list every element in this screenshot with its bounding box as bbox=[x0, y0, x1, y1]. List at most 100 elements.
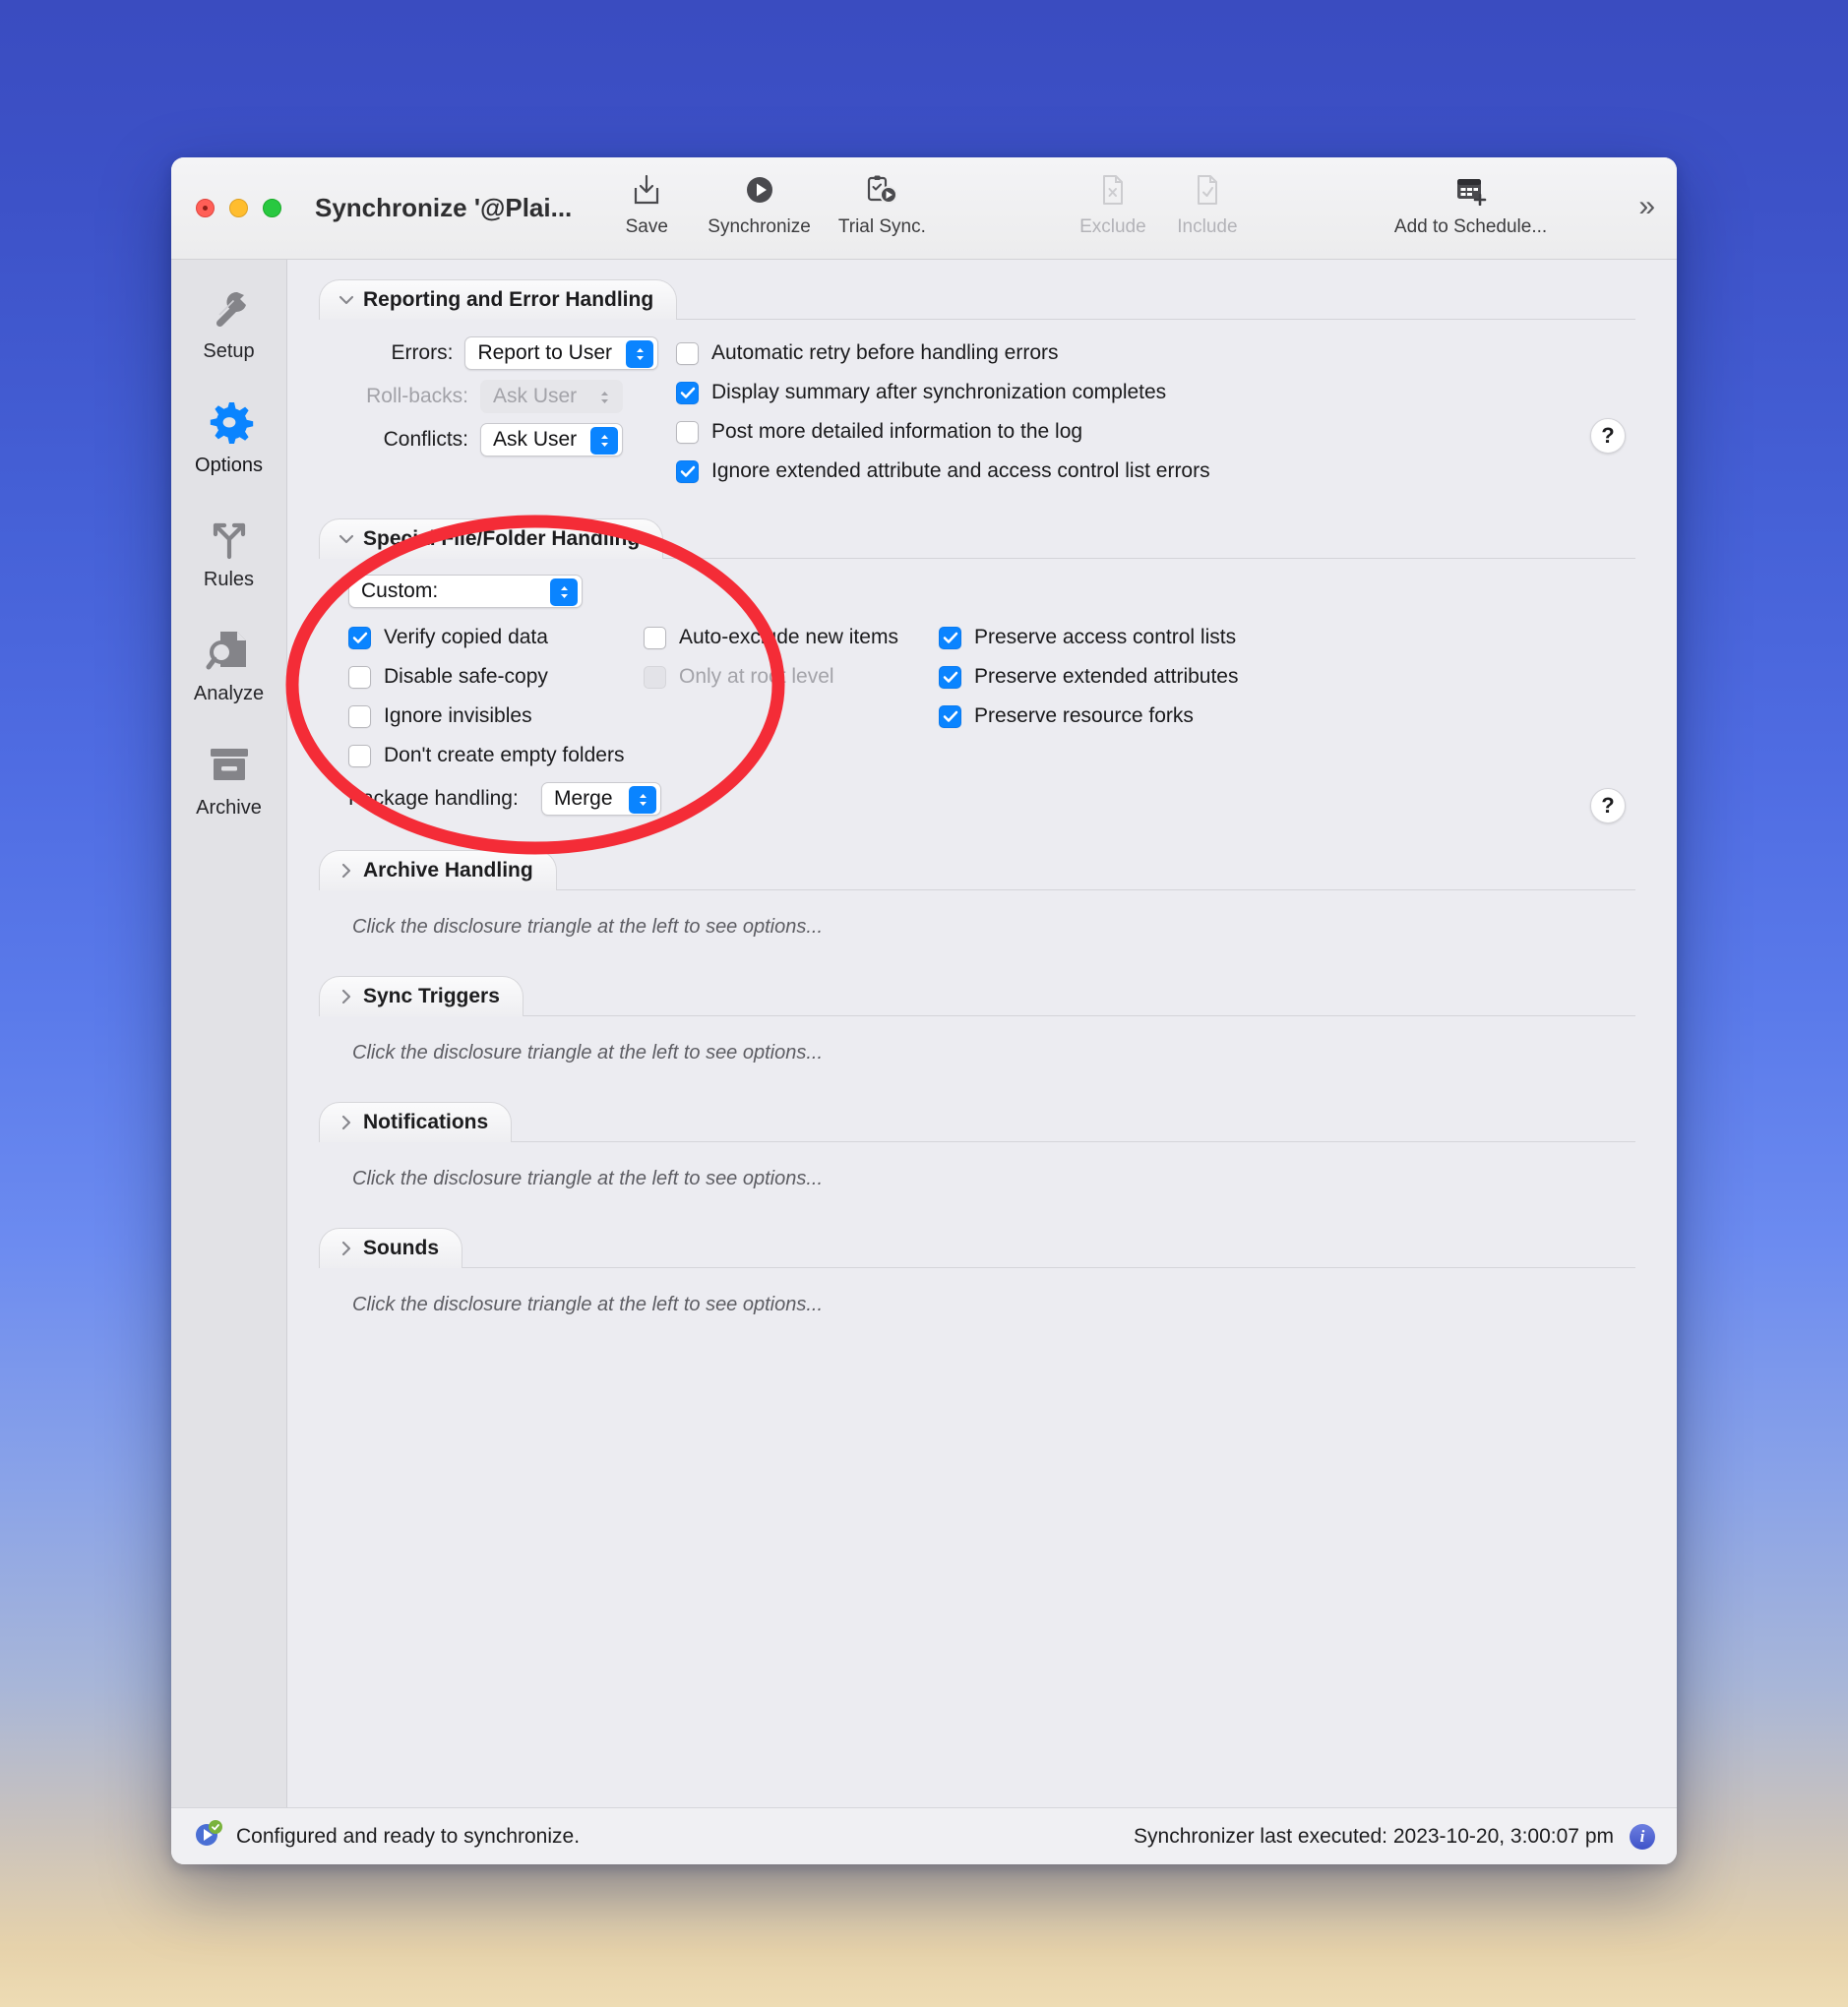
checkbox-row[interactable]: Automatic retry before handling errors bbox=[676, 334, 1635, 373]
field-label: Errors: bbox=[391, 341, 454, 364]
select-value: Ask User bbox=[493, 385, 578, 407]
checkbox-verify-copied-data[interactable] bbox=[348, 626, 371, 649]
field-label: Roll-backs: bbox=[366, 385, 468, 407]
section-title: Notifications bbox=[363, 1111, 489, 1133]
traffic-light-group bbox=[196, 199, 281, 217]
toolbar-label: Synchronize bbox=[708, 216, 811, 237]
section-divider bbox=[319, 1141, 1635, 1142]
reporting-checkboxes: Automatic retry before handling errors D… bbox=[658, 332, 1635, 491]
sidebar-item-rules[interactable]: Rules bbox=[171, 510, 286, 591]
checkbox-row[interactable]: Only at root level bbox=[644, 657, 939, 697]
chevron-down-icon[interactable] bbox=[336, 295, 357, 305]
toolbar-label: Trial Sync. bbox=[837, 216, 926, 237]
toolbar-label: Exclude bbox=[1079, 216, 1146, 237]
chevron-right-icon[interactable] bbox=[336, 989, 357, 1004]
toolbar-save-button[interactable]: Save bbox=[599, 169, 694, 238]
checkbox-automatic-retry[interactable] bbox=[676, 341, 699, 365]
field-package-handling: Package handling: Merge bbox=[319, 777, 1635, 821]
archive-box-icon bbox=[205, 738, 254, 793]
section-header[interactable]: Sounds bbox=[319, 1228, 1635, 1268]
checkbox-row[interactable]: Preserve extended attributes bbox=[939, 657, 1635, 697]
section-header[interactable]: Reporting and Error Handling bbox=[319, 279, 1635, 320]
wrench-icon bbox=[205, 281, 254, 336]
info-icon[interactable]: i bbox=[1630, 1823, 1655, 1850]
minimize-button[interactable] bbox=[229, 199, 248, 217]
toolbar-include-button[interactable]: Include bbox=[1160, 169, 1255, 238]
section-tab[interactable]: Reporting and Error Handling bbox=[319, 279, 678, 320]
checkbox-row[interactable]: Auto-exclude new items bbox=[644, 618, 939, 657]
checkbox-row[interactable]: Ignore extended attribute and access con… bbox=[676, 452, 1635, 491]
section-sync-triggers: Sync Triggers Click the disclosure trian… bbox=[319, 976, 1635, 1064]
section-header[interactable]: Special File/Folder Handling bbox=[319, 518, 1635, 559]
checkbox-preserve-access-control-lists[interactable] bbox=[939, 626, 961, 649]
checkbox-row[interactable]: Disable safe-copy bbox=[348, 657, 644, 697]
checkbox-row[interactable]: Don't create empty folders bbox=[348, 736, 644, 775]
checkbox-disable-safe-copy[interactable] bbox=[348, 665, 371, 689]
section-tab[interactable]: Archive Handling bbox=[319, 850, 557, 890]
section-tab[interactable]: Sync Triggers bbox=[319, 976, 524, 1016]
rollbacks-select[interactable]: Ask User bbox=[480, 380, 624, 413]
chevron-right-icon[interactable] bbox=[336, 1241, 357, 1256]
checkbox-row[interactable]: Preserve access control lists bbox=[939, 618, 1635, 657]
sidebar-item-archive[interactable]: Archive bbox=[171, 738, 286, 820]
section-header[interactable]: Sync Triggers bbox=[319, 976, 1635, 1016]
checkbox-preserve-resource-forks[interactable] bbox=[939, 704, 961, 728]
sidebar-item-options[interactable]: Options bbox=[171, 395, 286, 477]
title-bar: Synchronize '@Plai... Save Synchronize T… bbox=[171, 157, 1677, 260]
checkbox-label: Display summary after synchronization co… bbox=[711, 381, 1167, 403]
conflicts-select[interactable]: Ask User bbox=[480, 423, 624, 456]
reporting-help-button[interactable]: ? bbox=[1590, 418, 1626, 454]
section-header[interactable]: Notifications bbox=[319, 1102, 1635, 1142]
section-tab[interactable]: Special File/Folder Handling bbox=[319, 518, 664, 559]
calendar-plus-icon bbox=[1454, 169, 1488, 211]
section-header[interactable]: Archive Handling bbox=[319, 850, 1635, 890]
window-title: Synchronize '@Plai... bbox=[315, 193, 573, 222]
special-preset-select[interactable]: Custom: bbox=[348, 575, 583, 608]
checkbox-display-summary[interactable] bbox=[676, 381, 699, 404]
checkbox-post-detailed-info[interactable] bbox=[676, 420, 699, 444]
checkbox-dont-create-empty-folders[interactable] bbox=[348, 744, 371, 767]
checkbox-row[interactable]: Preserve resource forks bbox=[939, 697, 1635, 736]
section-reporting-and-error-handling: Reporting and Error Handling Errors: Rep… bbox=[319, 279, 1635, 491]
toolbar-add-to-schedule-button[interactable]: Add to Schedule... bbox=[1381, 169, 1561, 238]
status-right: Synchronizer last executed: 2023-10-20, … bbox=[1134, 1823, 1655, 1850]
checkbox-row[interactable]: Post more detailed information to the lo… bbox=[676, 412, 1635, 452]
checkbox-only-at-root-level[interactable] bbox=[644, 665, 666, 689]
chevron-updown-icon bbox=[626, 340, 653, 368]
special-help-button[interactable]: ? bbox=[1590, 788, 1626, 823]
chevron-right-icon[interactable] bbox=[336, 1115, 357, 1130]
section-title: Reporting and Error Handling bbox=[363, 288, 654, 311]
special-right-checkboxes: Preserve access control lists Preserve e… bbox=[939, 618, 1635, 775]
field-label: Package handling: bbox=[348, 787, 519, 810]
sync-status-icon bbox=[193, 1819, 222, 1854]
toolbar-overflow-chevron-icon[interactable]: » bbox=[1638, 190, 1655, 223]
checkbox-ignore-invisibles[interactable] bbox=[348, 704, 371, 728]
checkbox-label: Preserve extended attributes bbox=[974, 665, 1239, 688]
status-message: Configured and ready to synchronize. bbox=[236, 1824, 581, 1848]
status-left: Configured and ready to synchronize. bbox=[193, 1819, 580, 1854]
errors-select[interactable]: Report to User bbox=[464, 336, 658, 370]
checkbox-row[interactable]: Display summary after synchronization co… bbox=[676, 373, 1635, 412]
toolbar-exclude-button[interactable]: Exclude bbox=[1066, 169, 1160, 238]
toolbar-synchronize-button[interactable]: Synchronize bbox=[694, 169, 825, 238]
section-tab[interactable]: Notifications bbox=[319, 1102, 513, 1142]
checkbox-preserve-extended-attributes[interactable] bbox=[939, 665, 961, 689]
special-middle-checkboxes: Auto-exclude new items Only at root leve… bbox=[644, 618, 939, 775]
section-tab[interactable]: Sounds bbox=[319, 1228, 462, 1268]
checkbox-row[interactable]: Ignore invisibles bbox=[348, 697, 644, 736]
sidebar-item-setup[interactable]: Setup bbox=[171, 281, 286, 363]
toolbar-trial-sync-button[interactable]: Trial Sync. bbox=[825, 169, 940, 238]
checkbox-auto-exclude-new-items[interactable] bbox=[644, 626, 666, 649]
chevron-right-icon[interactable] bbox=[336, 863, 357, 879]
section-notifications: Notifications Click the disclosure trian… bbox=[319, 1102, 1635, 1190]
section-divider bbox=[319, 1267, 1635, 1268]
chevron-down-icon[interactable] bbox=[336, 534, 357, 544]
zoom-button[interactable] bbox=[263, 199, 281, 217]
close-button[interactable] bbox=[196, 199, 215, 217]
package-handling-select[interactable]: Merge bbox=[541, 782, 661, 816]
checkbox-ignore-xattr-acl-errors[interactable] bbox=[676, 459, 699, 483]
sidebar-item-analyze[interactable]: Analyze bbox=[171, 624, 286, 705]
checkbox-label: Automatic retry before handling errors bbox=[711, 341, 1059, 364]
magnifier-document-icon bbox=[205, 624, 254, 679]
checkbox-row[interactable]: Verify copied data bbox=[348, 618, 644, 657]
